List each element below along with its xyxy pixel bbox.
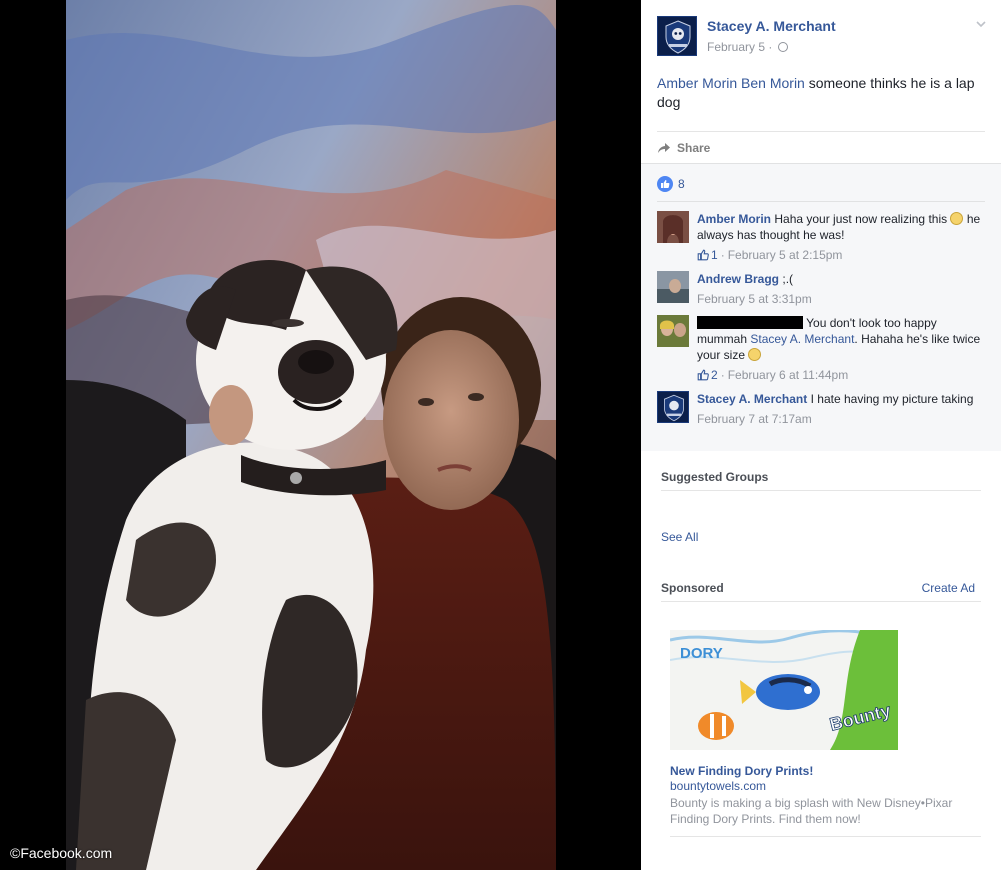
- meta-separator: ·: [720, 248, 725, 262]
- tagged-person-1[interactable]: Amber Morin: [657, 75, 737, 91]
- comment-meta: February 5 at 3:31pm: [697, 291, 982, 307]
- divider: [661, 490, 981, 491]
- see-all-link[interactable]: See All: [661, 530, 698, 544]
- author-avatar[interactable]: [657, 16, 697, 56]
- post-header: Stacey A. Merchant February 5 ·: [657, 16, 987, 58]
- globe-icon: [777, 42, 788, 52]
- comment-meta: February 7 at 7:17am: [697, 411, 982, 427]
- commenter-name[interactable]: Amber Morin: [697, 212, 771, 226]
- post-side-panel: Stacey A. Merchant February 5 · Amber Mo…: [641, 0, 1001, 870]
- post-text: Amber Morin Ben Morin someone thinks he …: [657, 74, 987, 112]
- redacted-name: [697, 316, 803, 329]
- thumbs-up-icon: [657, 176, 673, 192]
- commenter-name[interactable]: Stacey A. Merchant: [697, 392, 807, 406]
- ad-title[interactable]: New Finding Dory Prints!: [670, 764, 813, 778]
- like-count[interactable]: 8: [678, 177, 685, 191]
- divider: [670, 836, 981, 837]
- comment-like-count[interactable]: 2: [697, 367, 718, 383]
- tagged-person-2[interactable]: Ben Morin: [741, 75, 805, 91]
- thumbs-up-icon: [697, 369, 709, 381]
- post-meta: February 5 ·: [707, 40, 788, 54]
- divider: [657, 131, 985, 132]
- meta-separator: ·: [768, 40, 773, 54]
- comment-like-count[interactable]: 1: [697, 247, 718, 263]
- comment-time[interactable]: February 7 at 7:17am: [697, 411, 812, 427]
- watermark: ©Facebook.com: [10, 845, 113, 861]
- photo-viewer: ©Facebook.com: [0, 0, 641, 870]
- chevron-down-icon[interactable]: [975, 18, 987, 30]
- commenter-name[interactable]: Andrew Bragg: [697, 272, 779, 286]
- comment-body: Stacey A. Merchant I hate having my pict…: [697, 391, 982, 427]
- divider: [657, 201, 985, 202]
- mention-link[interactable]: Stacey A. Merchant: [750, 332, 854, 346]
- post-photo[interactable]: [66, 0, 556, 870]
- commenter-avatar[interactable]: [657, 271, 689, 303]
- sponsored-title: Sponsored: [661, 581, 724, 595]
- divider: [661, 601, 981, 602]
- feedback-section: 8 Amber Morin Haha your just now realizi…: [641, 163, 1001, 451]
- comment-body: Andrew Bragg ;.( February 5 at 3:31pm: [697, 271, 982, 307]
- commenter-avatar[interactable]: [657, 391, 689, 423]
- comment-time[interactable]: February 5 at 2:15pm: [728, 247, 843, 263]
- commenter-avatar[interactable]: [657, 211, 689, 243]
- comment-body: Amber Morin Haha your just now realizing…: [697, 211, 982, 263]
- laugh-emoji-icon: [748, 348, 762, 361]
- comment-time[interactable]: February 6 at 11:44pm: [728, 367, 849, 383]
- comment-meta: 1 · February 5 at 2:15pm: [697, 247, 982, 263]
- comment-text: ;.(: [782, 272, 794, 286]
- share-label: Share: [677, 141, 711, 155]
- post-date[interactable]: February 5: [707, 40, 765, 54]
- commenter-avatar[interactable]: [657, 315, 689, 347]
- smile-emoji-icon: [950, 212, 964, 225]
- thumbs-up-icon: [697, 249, 709, 261]
- share-button[interactable]: Share: [657, 139, 710, 157]
- ad-domain[interactable]: bountytowels.com: [670, 779, 766, 793]
- post-author-name[interactable]: Stacey A. Merchant: [707, 18, 836, 34]
- suggested-groups-title: Suggested Groups: [661, 470, 769, 484]
- share-arrow-icon: [658, 143, 670, 153]
- comment-body: You don't look too happy mummah Stacey A…: [697, 315, 982, 383]
- meta-separator: ·: [720, 368, 725, 382]
- comment-time[interactable]: February 5 at 3:31pm: [697, 291, 812, 307]
- ad-description: Bounty is making a big splash with New D…: [670, 796, 953, 826]
- comment-text: Haha your just now realizing this: [774, 212, 948, 226]
- ad-image-logo: DORY: [680, 645, 723, 662]
- comment-meta: 2 · February 6 at 11:44pm: [697, 367, 982, 383]
- like-summary[interactable]: 8: [657, 176, 685, 192]
- create-ad-link[interactable]: Create Ad: [922, 581, 975, 595]
- ad-image[interactable]: DORY Bounty: [670, 630, 898, 750]
- comment-text: I hate having my picture taking: [810, 392, 974, 406]
- photo-illustration: [66, 0, 556, 870]
